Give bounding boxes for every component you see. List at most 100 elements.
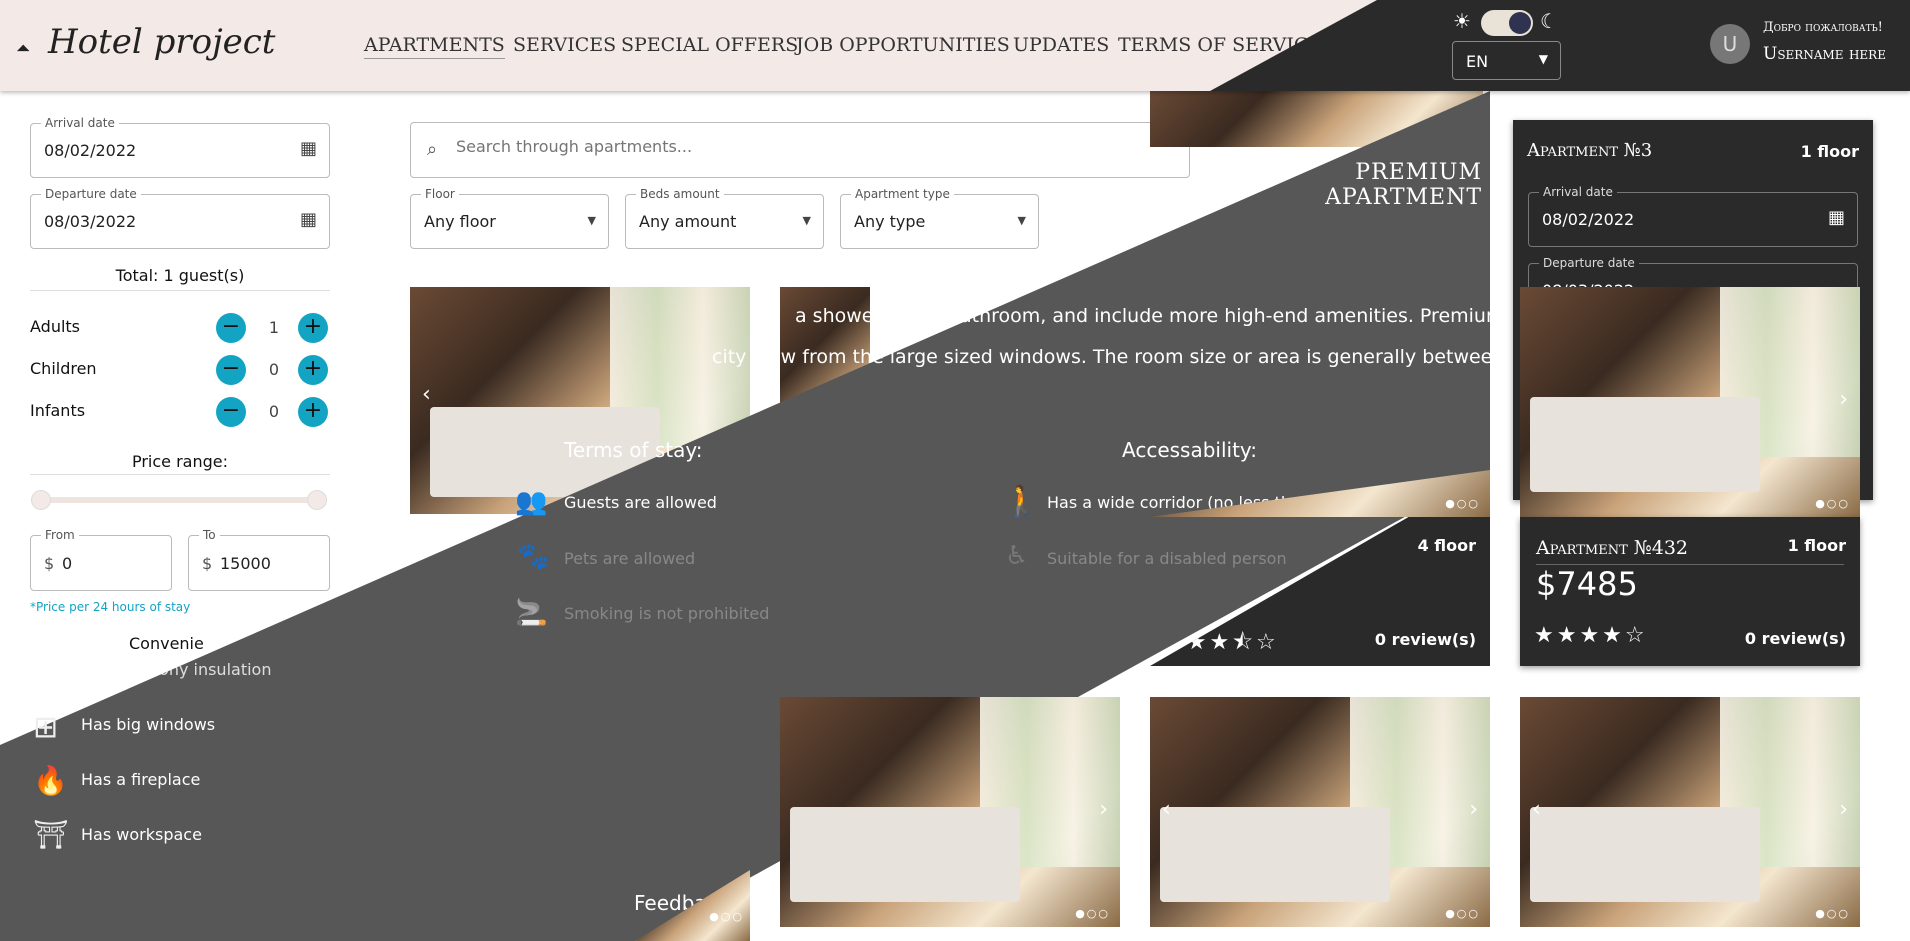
card-floor: 1 floor <box>1787 536 1846 555</box>
side-children: Ch <box>1527 438 1551 457</box>
plus-button[interactable]: + <box>298 355 328 385</box>
currency-symbol: $ <box>44 554 55 573</box>
chevron-down-icon: ▼ <box>587 214 596 227</box>
carousel-dots[interactable]: ●○○ <box>1445 497 1480 510</box>
divider <box>30 474 330 475</box>
calendar-icon[interactable]: ▦ <box>300 138 317 159</box>
search-icon: ⌕ <box>427 139 438 160</box>
select-label: Floor <box>421 187 459 201</box>
balcony-checkbox[interactable] <box>42 670 59 687</box>
filter-select[interactable]: Apartment type Any type ▼ <box>840 187 1039 249</box>
scroll-up-icon[interactable]: ⏶ <box>16 38 30 59</box>
card-price: $7485 <box>1536 565 1638 603</box>
theme-toggle[interactable] <box>1481 10 1533 36</box>
price-to-field[interactable]: To $ 15000 <box>188 528 330 591</box>
select-value: Any floor <box>424 212 496 231</box>
price-from-label: From <box>41 528 79 542</box>
side-total: Total: 1 gu <box>1633 346 1729 365</box>
guests-total: Total: 1 guest(s) <box>115 266 245 285</box>
theme-toggle-knob <box>1509 12 1531 34</box>
moon-icon: ☾ <box>1540 9 1558 33</box>
chevron-down-icon: ▼ <box>1538 52 1548 66</box>
logo[interactable]: Hotel project <box>48 22 275 62</box>
apartment-photo[interactable]: ‹ › ●○○ <box>1150 697 1490 927</box>
nav-special-offers[interactable]: SPECIAL OFFERS <box>621 34 798 56</box>
minus-button[interactable]: − <box>216 313 246 343</box>
calendar-icon[interactable]: ▦ <box>1828 207 1845 228</box>
price-from-field[interactable]: From $ 0 <box>30 528 172 591</box>
guest-count: 1 <box>268 318 280 337</box>
arrival-date-field[interactable]: Arrival date 08/02/2022 ▦ <box>30 116 330 178</box>
apartment-photo[interactable]: ‹ › ●○○ <box>1520 697 1860 927</box>
plus-button[interactable]: + <box>298 313 328 343</box>
departure-date-label: Departure date <box>41 187 141 201</box>
carousel-dots[interactable]: ●○○ <box>1445 907 1480 920</box>
price-slider-track[interactable] <box>40 497 320 503</box>
guest-label: Adults <box>30 317 81 336</box>
next-arrow-icon[interactable]: › <box>1099 797 1108 822</box>
side-arrival-label: Arrival date <box>1539 185 1617 199</box>
prev-arrow-icon[interactable]: ‹ <box>1532 797 1541 822</box>
language-select[interactable]: EN ▼ <box>1452 41 1561 80</box>
carousel-dots[interactable]: ●○○ <box>1075 907 1110 920</box>
sun-icon: ☀ <box>1453 9 1471 33</box>
side-adults: Adults <box>1527 396 1585 415</box>
language-value: EN <box>1466 52 1489 71</box>
card-reviews: 0 review(s) <box>1374 630 1476 649</box>
nav-updates[interactable]: UPDATES <box>1013 34 1109 56</box>
avatar[interactable]: U <box>1710 24 1750 64</box>
search-field[interactable]: ⌕ <box>410 122 1190 178</box>
departure-date-field[interactable]: Departure date 08/03/2022 ▦ <box>30 187 330 249</box>
guest-count: 0 <box>268 402 280 421</box>
side-title: Apartment №3 <box>1527 140 1653 161</box>
price-from-value: 0 <box>62 554 73 573</box>
price-slider-max-handle[interactable] <box>307 490 327 510</box>
price-to-label: To <box>199 528 220 542</box>
price-slider-min-handle[interactable] <box>31 490 51 510</box>
side-departure-label: Departure date <box>1539 256 1639 270</box>
divider <box>1536 564 1844 565</box>
prev-arrow-icon[interactable]: ‹ <box>1162 797 1171 822</box>
guest-label: Infants <box>30 401 86 420</box>
arrival-date-label: Arrival date <box>41 116 119 130</box>
chevron-down-icon: ▼ <box>802 214 811 227</box>
price-to-value: 15000 <box>220 554 271 573</box>
plus-button[interactable]: + <box>298 397 328 427</box>
side-arrival-value: 08/02/2022 <box>1542 210 1635 229</box>
departure-date-value: 08/03/2022 <box>44 212 137 231</box>
filter-select[interactable]: Floor Any floor ▼ <box>410 187 609 249</box>
select-value: Any amount <box>639 212 737 231</box>
carousel-dots[interactable]: ●○○ <box>709 910 744 923</box>
side-arrival-field[interactable]: Arrival date 08/02/2022 ▦ <box>1528 185 1858 247</box>
card-floor: 4 floor <box>1417 536 1476 555</box>
nav-services[interactable]: SERVICES <box>513 34 616 56</box>
price-range-title: Price range: <box>131 452 229 471</box>
conveniences-title: Convenie <box>129 634 204 653</box>
welcome-text: Добро пожаловать! <box>1763 20 1883 35</box>
username[interactable]: Username here <box>1763 44 1886 64</box>
select-label: Apartment type <box>851 187 954 201</box>
calendar-icon[interactable]: ▦ <box>300 209 317 230</box>
nav-job-opportunities[interactable]: JOB OPPORTUNITIES <box>796 34 1010 56</box>
next-arrow-icon[interactable]: › <box>1469 797 1478 822</box>
side-departure-field[interactable]: Departure date 08/03/2022 <box>1528 256 1858 318</box>
search-input[interactable] <box>456 137 1056 156</box>
card-title: Apartment №432 <box>1536 537 1689 559</box>
prev-arrow-icon[interactable]: ‹ <box>422 382 431 407</box>
nav-apartments[interactable]: APARTMENTS <box>364 34 505 59</box>
convenience-balcony: Balcony <box>72 669 136 688</box>
currency-symbol: $ <box>202 554 213 573</box>
minus-button[interactable]: − <box>216 397 246 427</box>
next-arrow-icon[interactable]: › <box>1839 797 1848 822</box>
arrival-date-value: 08/02/2022 <box>44 141 137 160</box>
side-booking-card: Apartment №3 1 floor Arrival date 08/02/… <box>1513 120 1873 500</box>
divider <box>30 290 330 291</box>
minus-button[interactable]: − <box>216 355 246 385</box>
filter-select[interactable]: Beds amount Any amount ▼ <box>625 187 824 249</box>
side-departure-value: 08/03/2022 <box>1542 281 1635 300</box>
guest-count: 0 <box>268 360 280 379</box>
apartment-card[interactable]: Apartment №432 1 floor $7485 ★★★★☆ 0 rev… <box>1520 517 1860 666</box>
guest-label: Children <box>30 359 97 378</box>
carousel-dots[interactable]: ●○○ <box>1815 907 1850 920</box>
chevron-down-icon: ▼ <box>1017 214 1026 227</box>
